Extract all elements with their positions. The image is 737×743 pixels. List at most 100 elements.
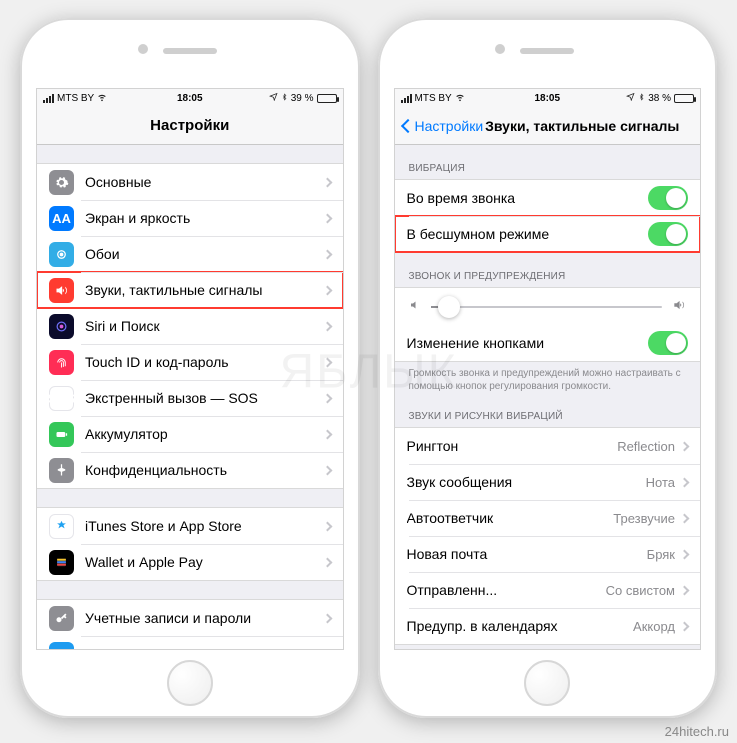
- chevron-right-icon: [680, 477, 690, 487]
- battery-percent: 38 %: [648, 93, 671, 104]
- status-bar: MTS BY 18:05 38 %: [395, 89, 701, 107]
- toggle-vibrate-on-ring[interactable]: [648, 186, 688, 210]
- siri-icon: [49, 314, 74, 339]
- row-detail: Reflection: [617, 439, 675, 454]
- chevron-right-icon: [680, 621, 690, 631]
- settings-row-sounds[interactable]: Звуки, тактильные сигналы: [37, 272, 343, 308]
- slider-thumb[interactable]: [438, 296, 460, 318]
- wifi-icon: [97, 92, 107, 105]
- toggle-vibrate-on-silent[interactable]: [648, 222, 688, 246]
- volume-low-icon: [409, 299, 421, 314]
- status-bar: MTS BY 18:05 39 %: [37, 89, 343, 107]
- row-vibrate-on-ring[interactable]: Во время звонка: [395, 180, 701, 216]
- sound-row[interactable]: Отправленн...Со свистом: [395, 572, 701, 608]
- section-header-sounds: ЗВУКИ И РИСУНКИ ВИБРАЦИЙ: [395, 411, 701, 427]
- settings-row-general[interactable]: Основные: [37, 164, 343, 200]
- sounds-icon: [49, 278, 74, 303]
- watermark-corner: 24hitech.ru: [665, 724, 729, 739]
- row-label: Рингтон: [407, 438, 618, 454]
- chevron-right-icon: [322, 393, 332, 403]
- sound-row[interactable]: РингтонReflection: [395, 428, 701, 464]
- row-label: Конфиденциальность: [85, 462, 324, 478]
- phone-camera: [138, 44, 148, 54]
- chevron-left-icon: [400, 118, 414, 132]
- chevron-right-icon: [322, 521, 332, 531]
- row-label: Обои: [85, 246, 324, 262]
- wallet-icon: [49, 550, 74, 575]
- row-label: В бесшумном режиме: [407, 226, 649, 242]
- settings-row-display[interactable]: AA Экран и яркость: [37, 200, 343, 236]
- sounds-content[interactable]: ВИБРАЦИЯ Во время звонка В бесшумном реж…: [395, 145, 701, 649]
- back-label: Настройки: [415, 118, 484, 134]
- settings-row-battery[interactable]: Аккумулятор: [37, 416, 343, 452]
- chevron-right-icon: [322, 429, 332, 439]
- sound-row[interactable]: Предупр. в календаряхАккорд: [395, 608, 701, 644]
- row-detail: Со свистом: [606, 583, 675, 598]
- privacy-icon: [49, 458, 74, 483]
- sound-row[interactable]: Звук сообщенияНота: [395, 464, 701, 500]
- home-button[interactable]: [167, 660, 213, 706]
- row-detail: Бряк: [647, 547, 675, 562]
- row-label: Wallet и Apple Pay: [85, 554, 324, 570]
- carrier-label: MTS BY: [57, 93, 94, 104]
- row-label: Предупр. в календарях: [407, 618, 634, 634]
- row-detail: Аккорд: [633, 619, 675, 634]
- row-change-with-buttons[interactable]: Изменение кнопками: [395, 325, 701, 361]
- settings-row-itunes[interactable]: iTunes Store и App Store: [37, 508, 343, 544]
- status-time: 18:05: [534, 93, 560, 104]
- chevron-right-icon: [322, 465, 332, 475]
- row-detail: Нота: [646, 475, 675, 490]
- mail-icon: [49, 642, 74, 650]
- status-time: 18:05: [177, 93, 203, 104]
- settings-row-siri[interactable]: Siri и Поиск: [37, 308, 343, 344]
- section-footer-ringer: Громкость звонка и предупреждений можно …: [395, 362, 701, 393]
- row-label: Во время звонка: [407, 190, 649, 206]
- settings-row-accounts[interactable]: Учетные записи и пароли: [37, 600, 343, 636]
- row-label: Учетные записи и пароли: [85, 610, 324, 626]
- battery-percent: 39 %: [291, 93, 314, 104]
- page-title: Звуки, тактильные сигналы: [483, 118, 692, 134]
- chevron-right-icon: [680, 585, 690, 595]
- chevron-right-icon: [322, 213, 332, 223]
- key-icon: [49, 606, 74, 631]
- signal-icon: [401, 94, 412, 103]
- row-label: Новая почта: [407, 546, 647, 562]
- settings-row-touchid[interactable]: Touch ID и код-пароль: [37, 344, 343, 380]
- section-header-ringer: ЗВОНОК И ПРЕДУПРЕЖДЕНИЯ: [395, 271, 701, 287]
- chevron-right-icon: [322, 285, 332, 295]
- section-header-vibration: ВИБРАЦИЯ: [395, 163, 701, 179]
- battery-icon: [49, 422, 74, 447]
- row-label: Основные: [85, 174, 324, 190]
- appstore-icon: [49, 514, 74, 539]
- row-detail: Трезвучие: [613, 511, 675, 526]
- chevron-right-icon: [680, 441, 690, 451]
- chevron-right-icon: [680, 549, 690, 559]
- row-label: Отправленн...: [407, 582, 606, 598]
- volume-slider-row: [395, 288, 701, 325]
- phone-left: MTS BY 18:05 39 %: [20, 18, 360, 718]
- settings-row-wallet[interactable]: Wallet и Apple Pay: [37, 544, 343, 580]
- location-icon: [269, 92, 278, 104]
- row-label: Изменение кнопками: [407, 335, 649, 351]
- row-vibrate-on-silent[interactable]: В бесшумном режиме: [395, 216, 701, 252]
- settings-row-privacy[interactable]: Конфиденциальность: [37, 452, 343, 488]
- settings-row-sos[interactable]: SOS Экстренный вызов — SOS: [37, 380, 343, 416]
- settings-row-mail[interactable]: Почта: [37, 636, 343, 649]
- location-icon: [626, 92, 635, 104]
- screen-settings: MTS BY 18:05 39 %: [36, 88, 344, 650]
- row-label: Звуки, тактильные сигналы: [85, 282, 324, 298]
- chevron-right-icon: [322, 357, 332, 367]
- sound-row[interactable]: Новая почтаБряк: [395, 536, 701, 572]
- sound-row[interactable]: АвтоответчикТрезвучие: [395, 500, 701, 536]
- settings-row-wallpaper[interactable]: Обои: [37, 236, 343, 272]
- toggle-change-with-buttons[interactable]: [648, 331, 688, 355]
- gear-icon: [49, 170, 74, 195]
- phone-speaker: [163, 48, 217, 54]
- settings-list[interactable]: Основные AA Экран и яркость Обои: [37, 145, 343, 649]
- volume-slider[interactable]: [431, 306, 663, 308]
- carrier-label: MTS BY: [415, 93, 452, 104]
- row-label: Почта: [85, 646, 324, 649]
- chevron-right-icon: [322, 557, 332, 567]
- back-button[interactable]: Настройки: [403, 118, 484, 134]
- home-button[interactable]: [524, 660, 570, 706]
